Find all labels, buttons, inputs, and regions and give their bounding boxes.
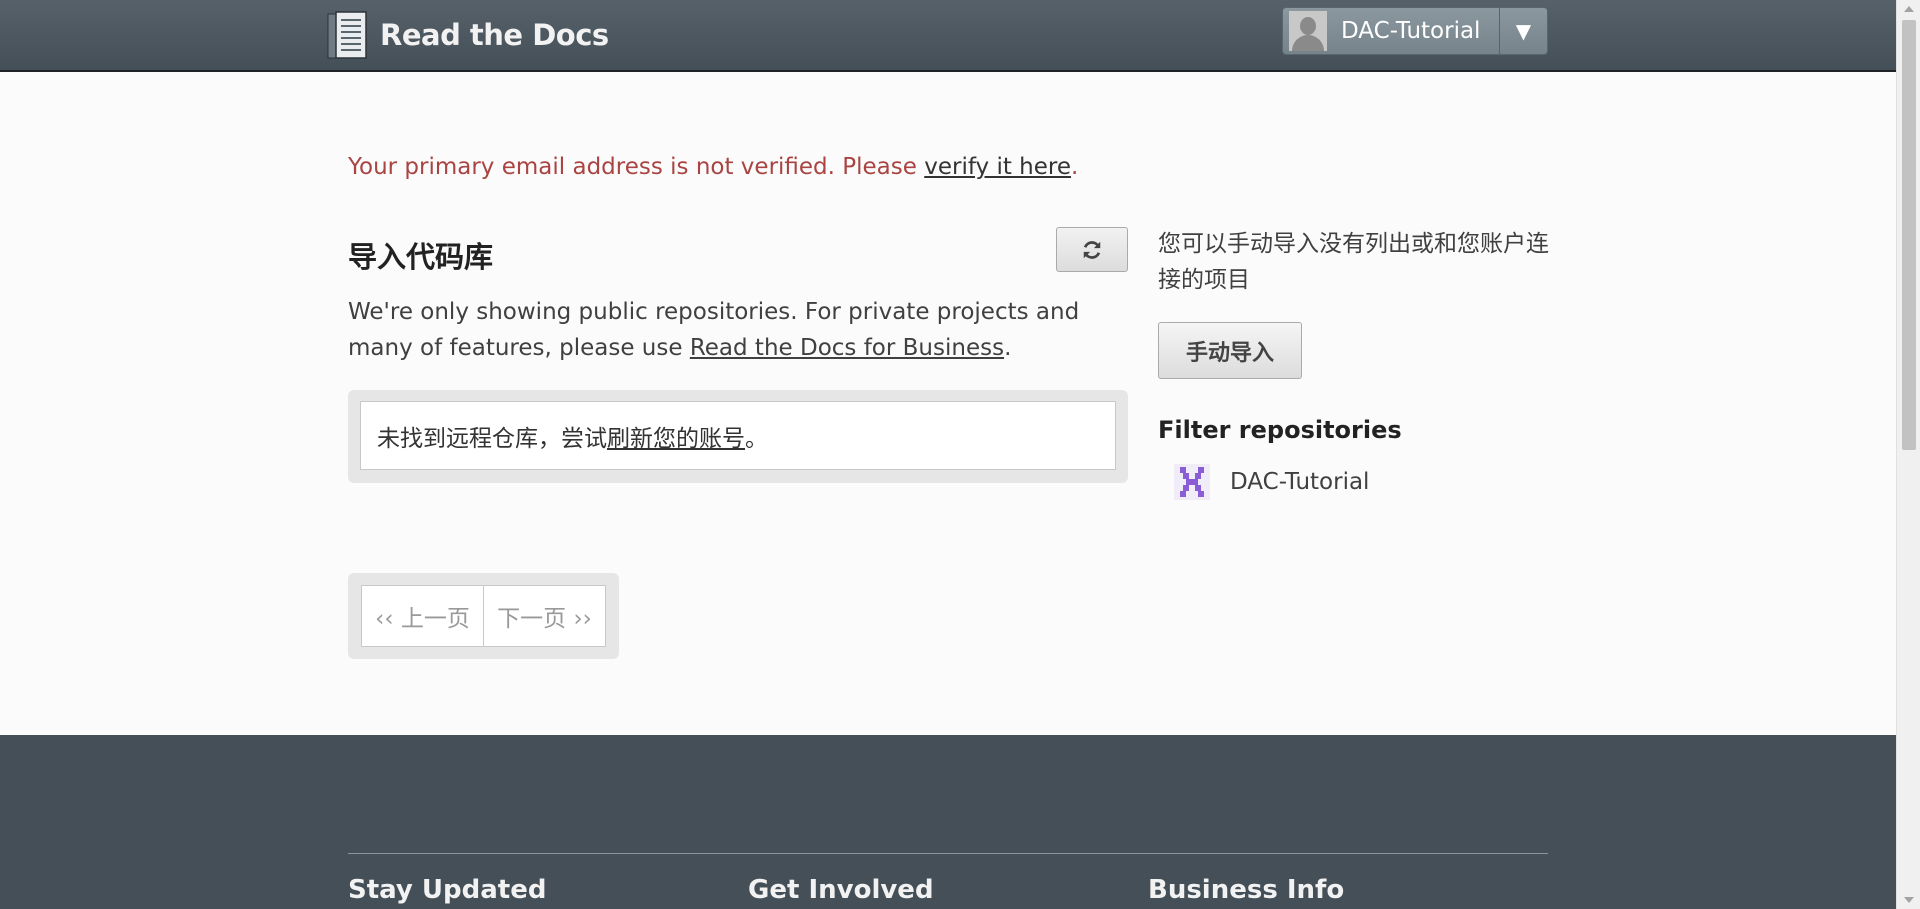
prev-page-button[interactable]: ‹‹ 上一页 xyxy=(362,586,484,646)
footer: Stay Updated Get Involved Business Info xyxy=(0,735,1896,909)
repo-list-container: 未找到远程仓库，尝试 刷新您的账号。 xyxy=(348,390,1128,483)
avatar xyxy=(1289,11,1327,51)
manual-import-button[interactable]: 手动导入 xyxy=(1158,322,1302,379)
verify-email-link[interactable]: verify it here xyxy=(924,154,1071,180)
book-icon xyxy=(327,11,367,59)
user-profile-button[interactable]: DAC-Tutorial xyxy=(1283,8,1500,54)
filter-heading: Filter repositories xyxy=(1158,416,1402,444)
brand-logo[interactable]: Read the Docs xyxy=(326,8,609,62)
caret-down-icon: ▼ xyxy=(1515,19,1532,43)
refresh-icon xyxy=(1083,240,1101,259)
filter-item-dac-tutorial[interactable]: DAC-Tutorial xyxy=(1174,464,1369,500)
footer-heading-business-info: Business Info xyxy=(1148,875,1345,905)
email-verification-alert: Your primary email address is not verifi… xyxy=(348,154,1079,180)
pagination: ‹‹ 上一页 下一页 ›› xyxy=(361,585,606,647)
footer-heading-get-involved: Get Involved xyxy=(748,875,934,905)
user-dropdown-toggle[interactable]: ▼ xyxy=(1500,8,1547,54)
page-title: 导入代码库 xyxy=(348,240,494,274)
scroll-up-icon[interactable] xyxy=(1904,6,1914,12)
vertical-scrollbar[interactable] xyxy=(1896,0,1920,909)
scroll-thumb[interactable] xyxy=(1902,20,1916,450)
manual-import-hint: 您可以手动导入没有列出或和您账户连接的项目 xyxy=(1158,231,1549,293)
empty-repo-message: 未找到远程仓库，尝试 刷新您的账号。 xyxy=(360,401,1116,470)
filter-label: DAC-Tutorial xyxy=(1230,469,1370,495)
top-navbar: Read the Docs DAC-Tutorial ▼ xyxy=(0,0,1896,72)
user-menu[interactable]: DAC-Tutorial ▼ xyxy=(1282,7,1548,55)
next-page-button[interactable]: 下一页 ›› xyxy=(484,586,605,646)
business-link[interactable]: Read the Docs for Business xyxy=(690,335,1004,361)
user-name: DAC-Tutorial xyxy=(1341,18,1481,44)
public-repos-notice: We're only showing public repositories. … xyxy=(348,299,1080,361)
brand-name: Read the Docs xyxy=(380,18,609,52)
pagination-container: ‹‹ 上一页 下一页 ›› xyxy=(348,573,619,659)
scroll-down-icon[interactable] xyxy=(1904,897,1914,903)
refresh-account-link[interactable]: 刷新您的账号 xyxy=(607,419,745,453)
footer-heading-stay-updated: Stay Updated xyxy=(348,875,547,905)
org-avatar-icon xyxy=(1174,464,1210,500)
footer-divider xyxy=(348,853,1548,854)
refresh-button[interactable] xyxy=(1056,227,1128,272)
